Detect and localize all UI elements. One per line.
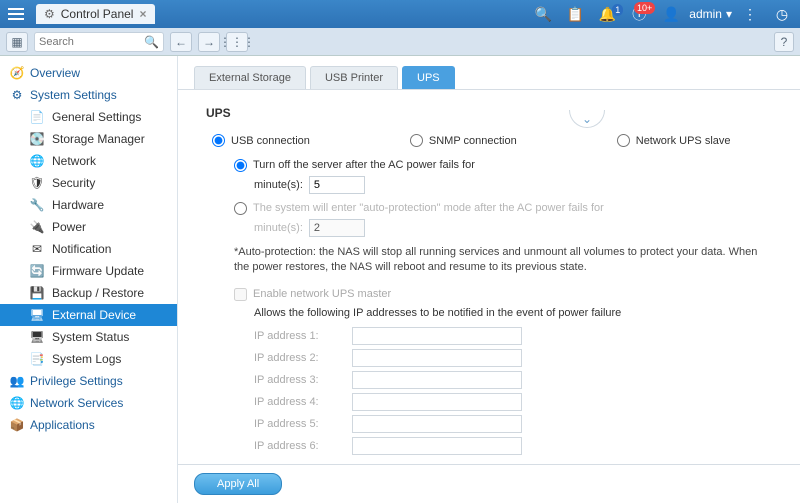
dashboard-icon[interactable]: ◷ (768, 6, 796, 23)
sidebar-item-hardware[interactable]: 🔧Hardware (0, 194, 177, 216)
content-area: ⌄ External Storage USB Printer UPS UPS U… (178, 56, 800, 503)
minutes-label: minute(s): (254, 179, 303, 191)
mail-icon: ✉ (30, 242, 44, 256)
user-name: admin (689, 7, 722, 21)
ip-input-4[interactable] (352, 393, 522, 411)
sidebar: 🧭 Overview ⚙ System Settings 📄General Se… (0, 56, 178, 503)
user-menu[interactable]: admin ▾ (689, 7, 732, 21)
tab-ups[interactable]: UPS (402, 66, 455, 89)
app-icon: 📦 (10, 418, 24, 432)
tab-external-storage[interactable]: External Storage (194, 66, 306, 89)
sidebar-item-security[interactable]: 🛡Security (0, 172, 177, 194)
chip-icon: 🔧 (30, 198, 44, 212)
chevron-down-icon: ▾ (726, 7, 732, 21)
search-input[interactable] (39, 36, 144, 48)
overview-icon: 🧭 (10, 66, 24, 80)
close-tab-icon[interactable]: × (139, 7, 146, 21)
ip-input-5[interactable] (352, 415, 522, 433)
panel-footer: Apply All (178, 464, 800, 503)
badge-info: 10+ (634, 2, 655, 14)
forward-button[interactable]: → (198, 32, 220, 52)
grid-icon[interactable]: ▦ (6, 32, 28, 52)
log-icon: 📑 (30, 352, 44, 366)
radio-auto-protection[interactable]: The system will enter "auto-protection" … (234, 202, 772, 215)
info-icon[interactable]: ⓘ10+ (625, 4, 653, 24)
sidebar-item-external-device[interactable]: 🖥External Device (0, 304, 177, 326)
gear-icon: ⚙ (10, 88, 24, 102)
top-bar: ⚙ Control Panel × 🔍 📋 🔔1 ⓘ10+ 👤 admin ▾ … (0, 0, 800, 28)
tasks-icon[interactable]: 📋 (561, 6, 589, 23)
radio-turn-off-server[interactable]: Turn off the server after the AC power f… (234, 159, 772, 172)
radio-snmp-connection[interactable]: SNMP connection (410, 134, 517, 147)
ip-row-1: IP address 1: (206, 327, 772, 345)
ip-input-3[interactable] (352, 371, 522, 389)
device-icon: 🖥 (30, 308, 44, 322)
ip-row-4: IP address 4: (206, 393, 772, 411)
user-icon: 👥 (10, 374, 24, 388)
network-icon: 🌐 (30, 154, 44, 168)
auto-protect-minutes-input (309, 219, 365, 237)
search-box[interactable]: 🔍 (34, 32, 164, 52)
ip-row-5: IP address 5: (206, 415, 772, 433)
back-button[interactable]: ← (170, 32, 192, 52)
sidebar-item-firmware[interactable]: 🔄Firmware Update (0, 260, 177, 282)
monitor-icon: 🖥 (30, 330, 44, 344)
menu-icon[interactable] (4, 2, 28, 26)
sidebar-item-system-status[interactable]: 🖥System Status (0, 326, 177, 348)
shield-icon: 🛡 (30, 176, 44, 190)
checkbox-enable-ups-master[interactable]: Enable network UPS master (206, 288, 772, 301)
sidebar-system-settings[interactable]: ⚙ System Settings (0, 84, 177, 106)
sidebar-item-power[interactable]: 🔌Power (0, 216, 177, 238)
ip-row-6: IP address 6: (206, 437, 772, 455)
sidebar-network-services[interactable]: 🌐Network Services (0, 392, 177, 414)
tab-title: Control Panel (61, 7, 134, 21)
user-icon[interactable]: 👤 (657, 6, 685, 23)
ip-input-6[interactable] (352, 437, 522, 455)
ip-row-3: IP address 3: (206, 371, 772, 389)
sidebar-item-system-logs[interactable]: 📑System Logs (0, 348, 177, 370)
sidebar-item-storage[interactable]: 💽Storage Manager (0, 128, 177, 150)
search-icon[interactable]: 🔍 (529, 6, 557, 23)
ups-panel: UPS USB connection SNMP connection Netwo… (178, 90, 800, 464)
disk-icon: 💽 (30, 132, 44, 146)
more-icon[interactable]: ⋮ (736, 6, 764, 23)
sidebar-item-general[interactable]: 📄General Settings (0, 106, 177, 128)
auto-protection-note: *Auto-protection: the NAS will stop all … (206, 245, 772, 276)
tab-usb-printer[interactable]: USB Printer (310, 66, 398, 89)
sidebar-item-backup[interactable]: 💾Backup / Restore (0, 282, 177, 304)
toolbar: ▦ 🔍 ← → ⋮⋮⋮ ? (0, 28, 800, 56)
apps-icon[interactable]: ⋮⋮⋮ (226, 32, 248, 52)
turn-off-minutes-input[interactable] (309, 176, 365, 194)
minutes-label-2: minute(s): (254, 222, 303, 234)
sidebar-applications[interactable]: 📦Applications (0, 414, 177, 436)
search-icon: 🔍 (144, 35, 159, 49)
sidebar-privilege[interactable]: 👥Privilege Settings (0, 370, 177, 392)
window-tab-control-panel[interactable]: ⚙ Control Panel × (36, 4, 155, 24)
apply-all-button[interactable]: Apply All (194, 473, 282, 495)
sidebar-item-notification[interactable]: ✉Notification (0, 238, 177, 260)
panel-title: UPS (206, 106, 772, 120)
help-button[interactable]: ? (774, 32, 794, 52)
gear-icon: ⚙ (44, 7, 55, 21)
globe-icon: 🌐 (10, 396, 24, 410)
bell-icon[interactable]: 🔔1 (593, 6, 621, 23)
power-icon: 🔌 (30, 220, 44, 234)
ip-row-2: IP address 2: (206, 349, 772, 367)
radio-usb-connection[interactable]: USB connection (212, 134, 310, 147)
badge-bell: 1 (612, 4, 623, 16)
sidebar-item-network[interactable]: 🌐Network (0, 150, 177, 172)
allow-ip-label: Allows the following IP addresses to be … (206, 307, 772, 319)
tab-strip: External Storage USB Printer UPS (178, 56, 800, 90)
backup-icon: 💾 (30, 286, 44, 300)
connection-type-group: USB connection SNMP connection Network U… (206, 134, 772, 147)
ip-input-1[interactable] (352, 327, 522, 345)
update-icon: 🔄 (30, 264, 44, 278)
sidebar-overview[interactable]: 🧭 Overview (0, 62, 177, 84)
ip-input-2[interactable] (352, 349, 522, 367)
radio-network-ups-slave[interactable]: Network UPS slave (617, 134, 731, 147)
page-icon: 📄 (30, 110, 44, 124)
